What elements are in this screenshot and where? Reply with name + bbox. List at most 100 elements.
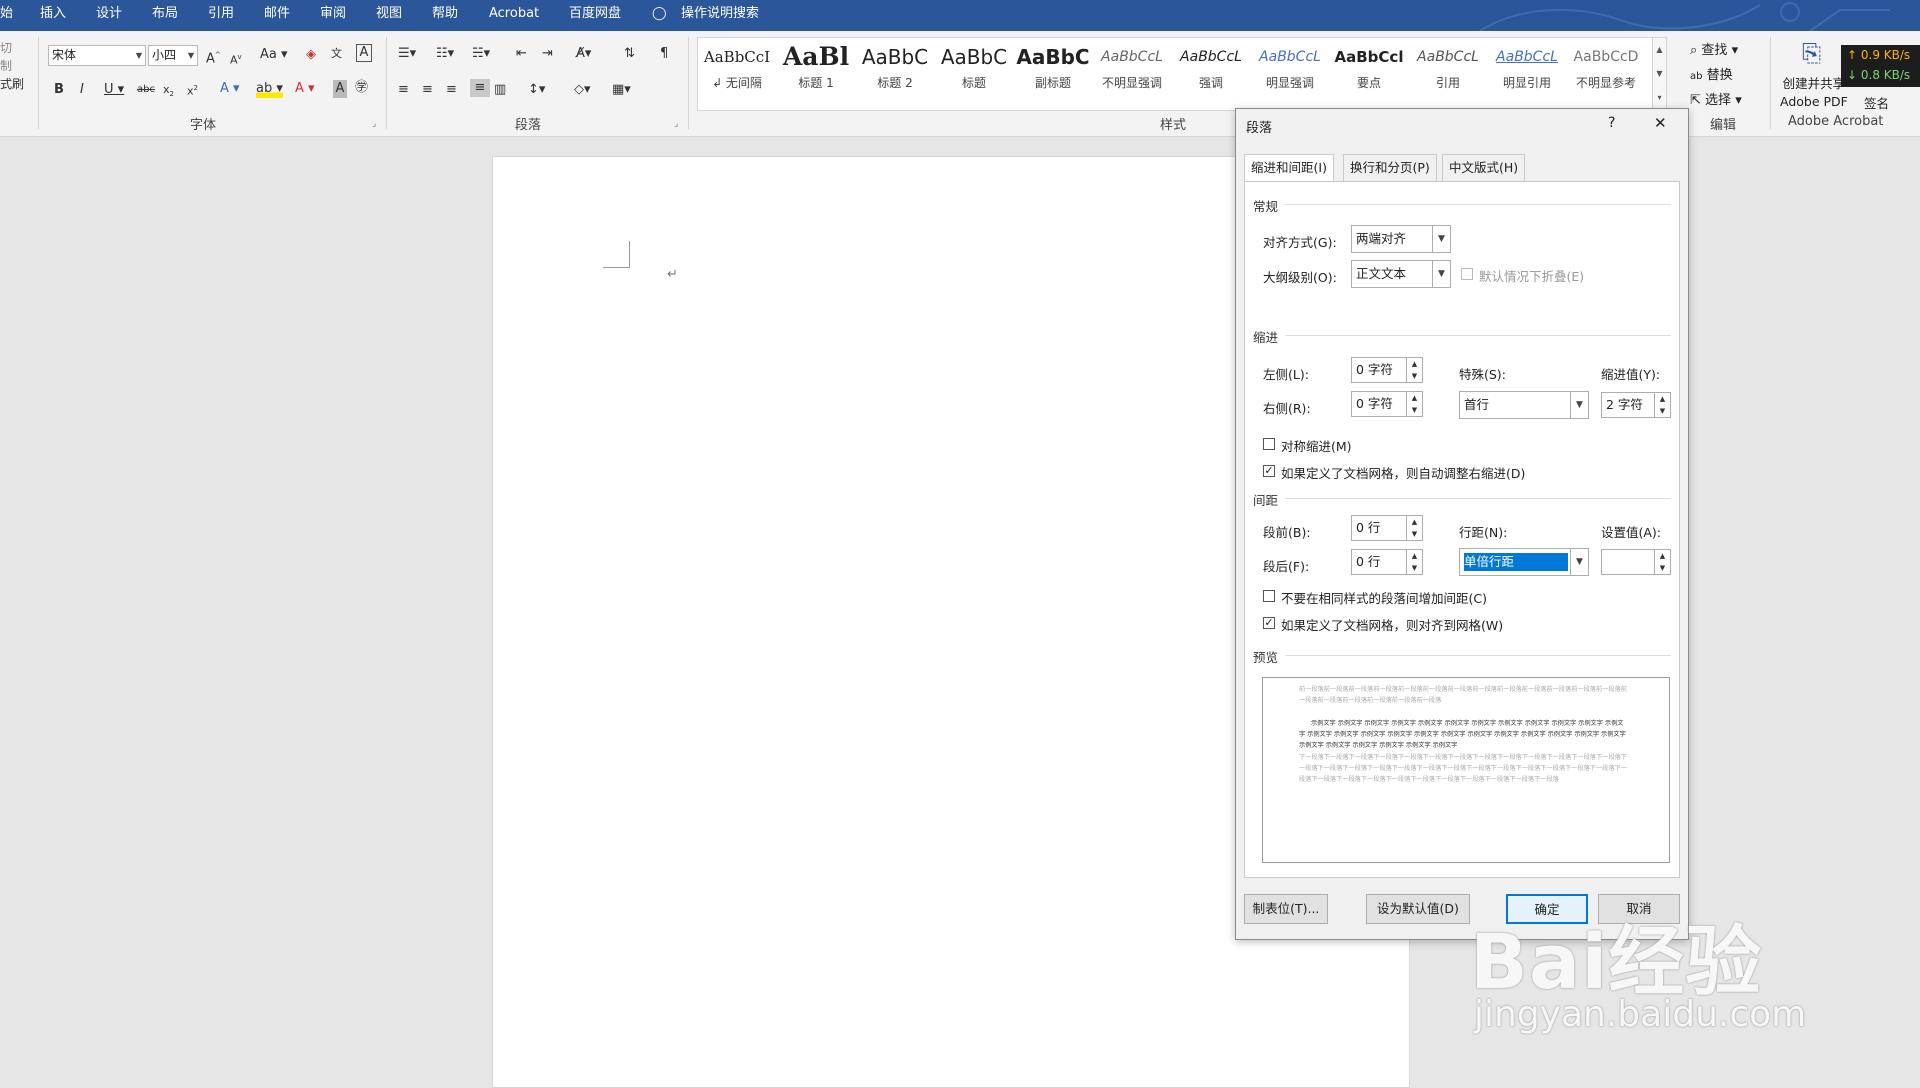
bullets-icon[interactable]: ☰▾ bbox=[398, 45, 416, 63]
font-color-icon[interactable]: A ▾ bbox=[295, 80, 315, 98]
spacing-after-spinner[interactable]: 0 行 ▲ ▼ bbox=[1351, 549, 1423, 575]
menu-view[interactable]: 视图 bbox=[376, 0, 402, 31]
spinner-arrows-icon[interactable]: ▲ ▼ bbox=[1654, 393, 1670, 417]
text-effects-icon[interactable]: A ▾ bbox=[220, 80, 240, 98]
spinner-arrows-icon[interactable]: ▲ ▼ bbox=[1654, 550, 1670, 574]
dialog-launcher-icon[interactable]: ⌟ bbox=[674, 119, 678, 129]
change-case-icon[interactable]: Aa ▾ bbox=[260, 46, 288, 64]
phonetic-guide-icon[interactable]: 文 bbox=[331, 45, 342, 63]
menu-design[interactable]: 设计 bbox=[96, 0, 122, 31]
style-strong[interactable]: AaBbCcl 要点 bbox=[1330, 40, 1408, 108]
multilevel-list-icon[interactable]: ☵▾ bbox=[472, 45, 490, 63]
spacing-before-spinner[interactable]: 0 行 ▲ ▼ bbox=[1351, 515, 1423, 541]
align-left-icon[interactable]: ≡ bbox=[398, 81, 409, 99]
shading-icon[interactable]: ◇▾ bbox=[574, 81, 591, 99]
superscript-icon[interactable]: x2 bbox=[187, 79, 198, 101]
replace-button[interactable]: ab 替换 bbox=[1690, 64, 1733, 83]
style-heading-1[interactable]: AaBl 标题 1 bbox=[777, 40, 855, 108]
show-marks-icon[interactable]: ¶ bbox=[660, 45, 668, 63]
style-no-spacing[interactable]: AaBbCcI ↲ 无间隔 bbox=[698, 40, 776, 108]
numbering-icon[interactable]: ☷▾ bbox=[436, 45, 454, 63]
line-spacing-icon[interactable]: ↕▾ bbox=[528, 81, 545, 99]
font-size-combo[interactable]: 小四 ▼ bbox=[148, 45, 198, 66]
menu-insert[interactable]: 插入 bbox=[40, 0, 66, 31]
sort-icon[interactable]: ⇅ bbox=[624, 45, 635, 63]
menu-acrobat[interactable]: Acrobat bbox=[489, 0, 539, 31]
align-center-icon[interactable]: ≡ bbox=[422, 81, 433, 99]
style-subtle-reference[interactable]: AaBbCcD 不明显参考 bbox=[1567, 40, 1645, 108]
style-subtitle[interactable]: AaBbC 副标题 bbox=[1014, 40, 1092, 108]
underline-icon[interactable]: U ▾ bbox=[104, 81, 124, 99]
spinner-arrows-icon[interactable]: ▲ ▼ bbox=[1406, 392, 1422, 416]
tabs-button[interactable]: 制表位(T)... bbox=[1244, 894, 1328, 924]
tell-me-search[interactable]: 操作说明搜索 bbox=[681, 0, 759, 31]
spinner-arrows-icon[interactable]: ▲ ▼ bbox=[1406, 358, 1422, 382]
borders-icon[interactable]: ▦▾ bbox=[612, 81, 631, 99]
spinner-arrows-icon[interactable]: ▲ ▼ bbox=[1406, 550, 1422, 574]
increase-indent-icon[interactable]: ⇥ bbox=[542, 45, 553, 63]
create-share-pdf-button[interactable]: 创建并共享 Adobe PDF bbox=[1780, 75, 1848, 111]
select-button[interactable]: ⇱ 选择 ▾ bbox=[1690, 89, 1742, 108]
tab-indents-spacing[interactable]: 缩进和间距(I) bbox=[1244, 154, 1334, 182]
tab-asian-typography[interactable]: 中文版式(H) bbox=[1442, 154, 1526, 181]
chinese-layout-icon[interactable]: A̸▾ bbox=[576, 45, 591, 63]
outline-level-select[interactable]: 正文文本 ▼ bbox=[1351, 260, 1451, 288]
decrease-indent-icon[interactable]: ⇤ bbox=[516, 45, 527, 63]
shrink-font-icon[interactable]: Av bbox=[230, 48, 242, 70]
dialog-launcher-icon[interactable]: ⌟ bbox=[372, 119, 376, 129]
style-emphasis[interactable]: AaBbCcL 强调 bbox=[1172, 40, 1250, 108]
highlight-icon[interactable]: ab ▾ bbox=[256, 80, 283, 98]
collapse-checkbox[interactable] bbox=[1461, 268, 1473, 280]
special-select[interactable]: 首行 ▼ bbox=[1459, 391, 1589, 419]
grow-font-icon[interactable]: A^ bbox=[206, 46, 221, 68]
font-name-combo[interactable]: 宋体 ▼ bbox=[48, 45, 146, 66]
close-icon[interactable]: ✕ bbox=[1654, 114, 1667, 132]
clear-formatting-icon[interactable]: ◈ bbox=[306, 46, 316, 64]
indent-by-spinner[interactable]: 2 字符 ▲ ▼ bbox=[1601, 392, 1671, 418]
no-space-same-style-checkbox[interactable] bbox=[1263, 590, 1275, 602]
line-spacing-select[interactable]: 单倍行距 ▼ bbox=[1459, 548, 1589, 576]
bold-icon[interactable]: B bbox=[54, 81, 64, 99]
menu-references[interactable]: 引用 bbox=[208, 0, 234, 31]
justify-icon[interactable]: ≡ bbox=[470, 79, 490, 97]
copy-button[interactable]: 制 bbox=[0, 57, 24, 75]
character-border-icon[interactable]: A bbox=[356, 44, 372, 62]
snap-to-grid-checkbox[interactable]: ✓ bbox=[1263, 617, 1275, 629]
format-painter-button[interactable]: 式刷 bbox=[0, 75, 24, 93]
margin-corner-mark bbox=[603, 241, 630, 268]
spinner-arrows-icon[interactable]: ▲ ▼ bbox=[1406, 516, 1422, 540]
strikethrough-icon[interactable]: abc bbox=[137, 81, 155, 99]
style-subtle-emphasis[interactable]: AaBbCcL 不明显强调 bbox=[1093, 40, 1171, 108]
alignment-select[interactable]: 两端对齐 ▼ bbox=[1351, 225, 1451, 253]
sign-button[interactable]: 签名 bbox=[1864, 93, 1889, 112]
subscript-icon[interactable]: x2 bbox=[163, 81, 174, 103]
set-as-default-button[interactable]: 设为默认值(D) bbox=[1366, 894, 1470, 924]
style-quote[interactable]: AaBbCcL 引用 bbox=[1409, 40, 1487, 108]
indent-right-spinner[interactable]: 0 字符 ▲ ▼ bbox=[1351, 391, 1423, 417]
tab-line-page-breaks[interactable]: 换行和分页(P) bbox=[1343, 154, 1437, 181]
menu-baidu-netdisk[interactable]: 百度网盘 bbox=[569, 0, 621, 31]
cut-button[interactable]: 切 bbox=[0, 39, 24, 57]
italic-icon[interactable]: I bbox=[80, 81, 84, 99]
enclose-characters-icon[interactable]: ㊫ bbox=[355, 79, 368, 97]
find-button[interactable]: ⌕ 查找 ▾ bbox=[1690, 39, 1738, 58]
menu-help[interactable]: 帮助 bbox=[432, 0, 458, 31]
character-shading-icon[interactable]: A bbox=[333, 80, 347, 98]
menu-layout[interactable]: 布局 bbox=[152, 0, 178, 31]
style-intense-emphasis[interactable]: AaBbCcL 明显强调 bbox=[1251, 40, 1329, 108]
menu-mailings[interactable]: 邮件 bbox=[264, 0, 290, 31]
style-heading-2[interactable]: AaBbC 标题 2 bbox=[856, 40, 934, 108]
indent-left-spinner[interactable]: 0 字符 ▲ ▼ bbox=[1351, 357, 1423, 383]
mirror-indents-checkbox[interactable] bbox=[1263, 438, 1275, 450]
style-title[interactable]: AaBbC 标题 bbox=[935, 40, 1013, 108]
auto-adjust-checkbox[interactable]: ✓ bbox=[1263, 465, 1275, 477]
menu-review[interactable]: 审阅 bbox=[320, 0, 346, 31]
distributed-icon[interactable]: ▥ bbox=[494, 81, 506, 99]
editing-group-label: 编辑 bbox=[1710, 118, 1737, 133]
indent-left-value: 0 字符 bbox=[1356, 362, 1393, 377]
help-icon[interactable]: ? bbox=[1608, 115, 1615, 131]
style-intense-quote[interactable]: AaBbCcL 明显引用 bbox=[1488, 40, 1566, 108]
align-right-icon[interactable]: ≡ bbox=[446, 81, 457, 99]
styles-scroll[interactable]: ▲ ▼ ▾ bbox=[1652, 37, 1667, 111]
line-spacing-at-spinner[interactable]: ▲ ▼ bbox=[1601, 549, 1671, 575]
